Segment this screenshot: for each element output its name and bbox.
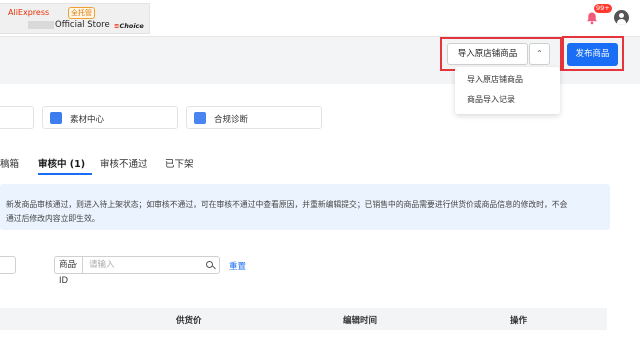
tab-under-review[interactable]: 审核中 (1) <box>38 156 85 170</box>
active-tab-indicator <box>38 173 92 175</box>
avatar[interactable] <box>614 10 629 25</box>
search-icon[interactable] <box>206 261 213 268</box>
store-name: Official Store <box>55 20 110 30</box>
menu-item-import-records[interactable]: 商品导入记录 <box>467 94 515 105</box>
tool-compliance-diagnosis[interactable]: 合规诊断 <box>186 106 322 129</box>
diagnosis-icon <box>194 112 206 124</box>
tab-rejected[interactable]: 审核不通过 <box>100 156 148 170</box>
product-table: 供货价 编辑时间 操作 <box>0 290 640 339</box>
notice-line-1: 新发商品审核通过，则进入待上架状态；如审核不通过，可在审核不通过中查看原因，并重… <box>6 200 568 209</box>
notice-section: 新发商品审核通过，则进入待上架状态；如审核不通过，可在审核不通过中查看原因，并重… <box>0 178 640 238</box>
column-actions: 操作 <box>510 316 528 326</box>
column-edit-time: 编辑时间 <box>343 316 378 326</box>
import-store-products-button[interactable]: 导入原店铺商品 <box>447 43 528 65</box>
column-supply-price: 供货价 <box>176 316 202 326</box>
table-header: 供货价 编辑时间 操作 <box>0 308 607 330</box>
reset-button[interactable]: 重置 <box>229 260 246 272</box>
review-notice: 新发商品审核通过，则进入待上架状态；如审核不通过，可在审核不通过中查看原因，并重… <box>0 184 610 230</box>
notification-count-badge: 99+ <box>594 4 612 13</box>
tab-delisted[interactable]: 已下架 <box>165 156 194 170</box>
store-type-badge: 全托管 <box>68 7 95 19</box>
publish-product-button[interactable]: 发布商品 <box>567 43 618 66</box>
choice-logo: ≡Choice <box>114 22 144 30</box>
tool-material-center[interactable]: 素材中心 <box>42 106 178 129</box>
tab-drafts[interactable]: 稿箱 <box>0 156 19 170</box>
brand-name: AliExpress <box>8 8 50 17</box>
store-switcher[interactable]: AliExpress 全托管 Official Store ≡Choice <box>0 3 150 34</box>
tool-card-partial[interactable] <box>0 106 34 129</box>
chevron-down-icon: ⌄ <box>72 258 79 267</box>
status-tabs: 稿箱 审核中 (1) 审核不通过 已下架 <box>0 150 640 178</box>
notice-text: 新发商品审核通过，则进入待上架状态；如审核不通过，可在审核不通过中查看原因，并重… <box>6 198 606 226</box>
top-bar: AliExpress 全托管 Official Store ≡Choice 99… <box>0 0 640 37</box>
menu-item-import-store-products[interactable]: 导入原店铺商品 <box>467 74 523 85</box>
tool-label: 合规诊断 <box>214 115 249 125</box>
store-name-redacted <box>28 21 54 29</box>
import-dropdown-toggle[interactable]: ⌃ <box>529 43 550 65</box>
notice-line-2: 通过后修改内容立即生效。 <box>6 214 100 223</box>
bell-icon[interactable] <box>585 11 599 25</box>
tool-label: 素材中心 <box>70 115 105 125</box>
filter-bar: 商品ID ⌄ 请输入 重置 <box>0 238 640 290</box>
search-input[interactable]: 请输入 <box>82 256 220 274</box>
image-icon <box>50 112 62 124</box>
filter-field-partial[interactable] <box>0 256 16 274</box>
chevron-up-icon: ⌃ <box>536 49 543 58</box>
import-dropdown-menu: 导入原店铺商品 商品导入记录 <box>455 67 560 114</box>
